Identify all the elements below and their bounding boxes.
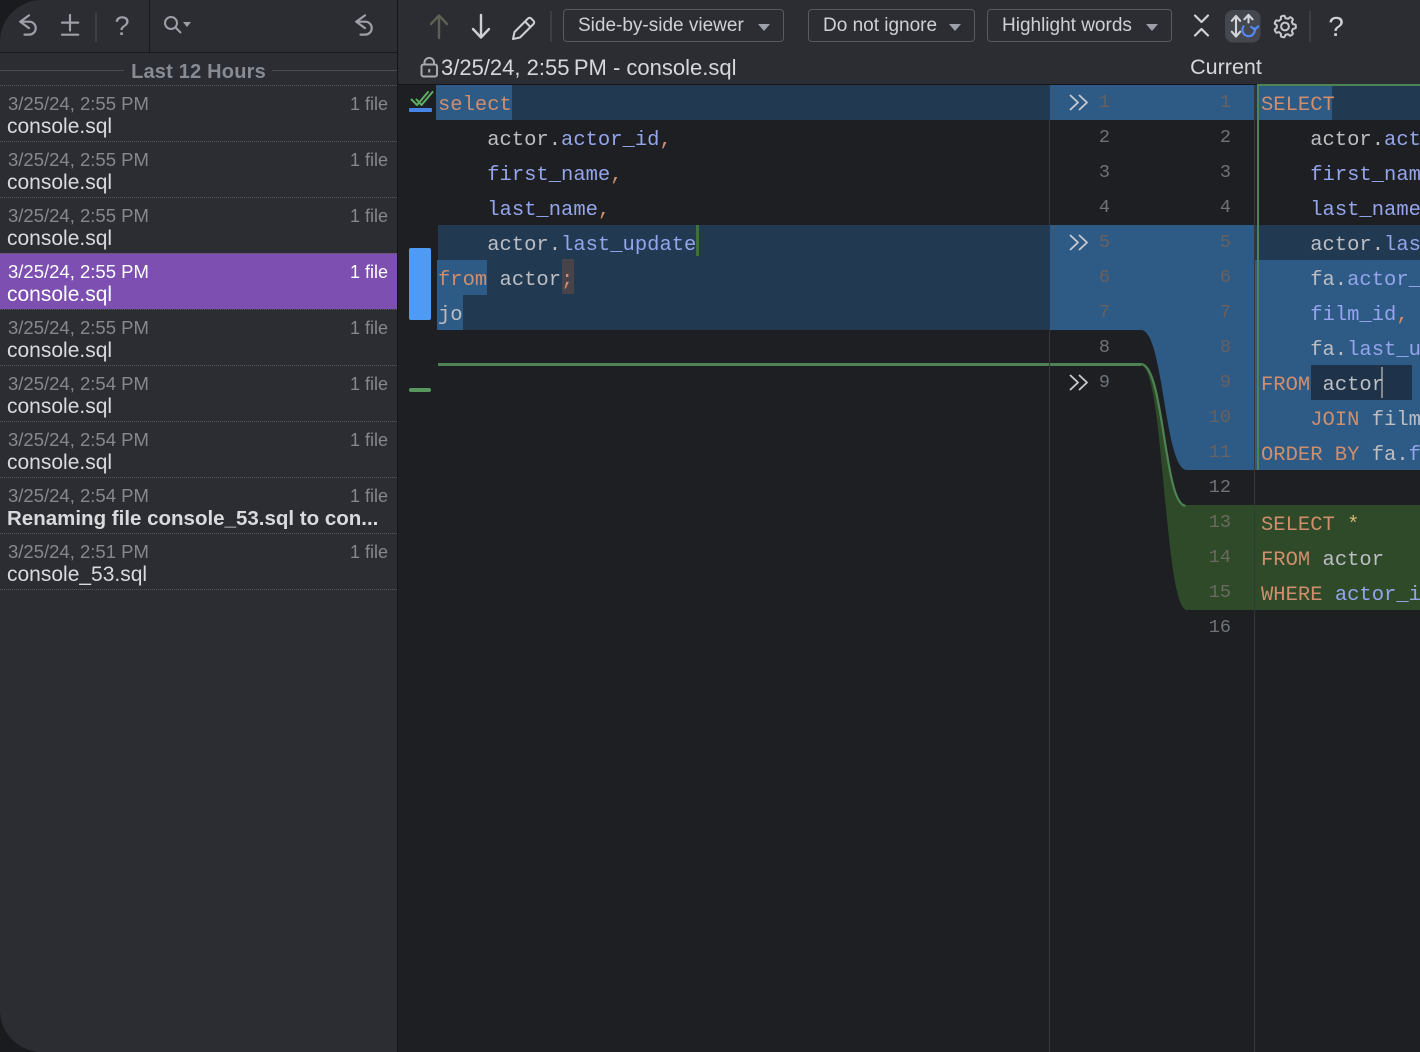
svg-text:?: ? [114,11,129,41]
svg-text:?: ? [1328,11,1344,42]
